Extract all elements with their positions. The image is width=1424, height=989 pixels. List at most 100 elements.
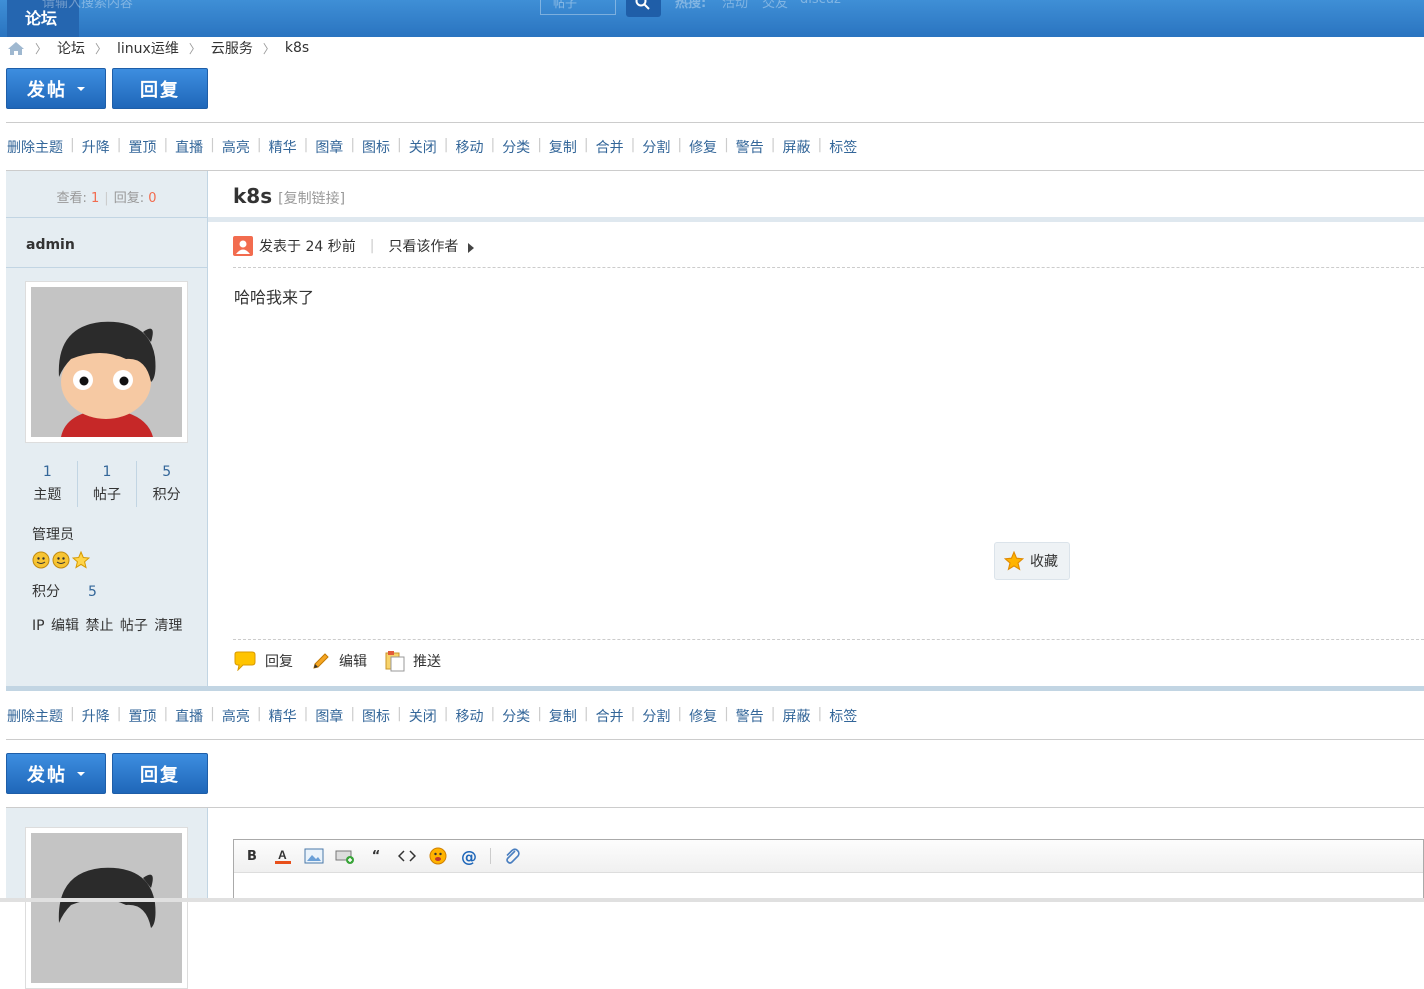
add-image-icon[interactable]	[335, 846, 355, 866]
mod-link[interactable]: 直播	[175, 137, 203, 157]
hot-search-label: 热搜:	[675, 0, 707, 11]
smiley-rank-icon	[52, 551, 70, 569]
mod-link[interactable]: 关闭	[409, 137, 437, 157]
mod-link[interactable]: 精华	[269, 706, 297, 726]
breadcrumb-cloud[interactable]: 云服务	[211, 38, 253, 58]
mod-link[interactable]: 升降	[82, 706, 110, 726]
mod-link[interactable]: 图标	[362, 706, 390, 726]
mod-link[interactable]: 分类	[502, 137, 530, 157]
mod-link[interactable]: 关闭	[409, 706, 437, 726]
mod-link[interactable]: 图章	[315, 706, 343, 726]
post-reply-action[interactable]: 回复	[233, 651, 293, 671]
quick-reply-sidebar	[6, 808, 208, 989]
hot-term[interactable]: 活动	[722, 0, 748, 11]
mention-icon[interactable]: @	[459, 846, 479, 866]
mod-link[interactable]: 分类	[502, 706, 530, 726]
mod-link[interactable]: 复制	[549, 706, 577, 726]
home-icon[interactable]	[7, 41, 25, 56]
author-name[interactable]: admin	[26, 237, 75, 253]
smiley-rank-icon	[32, 551, 50, 569]
divider	[6, 122, 1424, 123]
bold-icon[interactable]: B	[242, 846, 262, 866]
reply-editor: B A “ @	[233, 839, 1424, 902]
avatar[interactable]	[25, 827, 188, 989]
admin-ops[interactable]: IP 编辑 禁止 帖子 清理	[32, 615, 182, 635]
mod-link[interactable]: 升降	[82, 137, 110, 157]
search-type-select[interactable]: 帖子	[540, 0, 616, 15]
editor-toolbar: B A “ @	[234, 840, 1423, 873]
avatar-image	[31, 287, 182, 437]
hot-term[interactable]: 交友	[762, 0, 788, 11]
moderation-bar-top: 删除主题 | 升降 | 置顶 | 直播 | 高亮 | 精华 | 图章 | 图标 | 关闭 | 移动 | 分类 | 复制 | 合并…	[7, 137, 858, 157]
mod-link[interactable]: 警告	[736, 706, 764, 726]
mod-link[interactable]: 合并	[596, 706, 624, 726]
mod-link[interactable]: 屏蔽	[783, 137, 811, 157]
thread-stats: 查看: 1 | 回复: 0	[6, 171, 207, 218]
new-post-button[interactable]: 发帖	[6, 68, 106, 109]
mod-link[interactable]: 屏蔽	[783, 706, 811, 726]
mod-link[interactable]: 复制	[549, 137, 577, 157]
top-bar: 论坛 请输入搜索内容 帖子 热搜: 活动 交友 discuz	[0, 0, 1424, 37]
mod-link[interactable]: 分割	[642, 137, 670, 157]
mod-link[interactable]: 删除主题	[7, 137, 63, 157]
mod-link[interactable]: 删除主题	[7, 706, 63, 726]
mod-link[interactable]: 标签	[829, 706, 857, 726]
code-icon[interactable]	[397, 846, 417, 866]
mod-link[interactable]: 图章	[315, 137, 343, 157]
mod-link[interactable]: 修复	[689, 706, 717, 726]
search-icon	[635, 0, 650, 10]
breadcrumb-current[interactable]: k8s	[285, 40, 309, 56]
divider	[6, 739, 1424, 740]
post-meta: 发表于 24 秒前 | 只看该作者	[233, 236, 475, 256]
mod-link[interactable]: 移动	[455, 137, 483, 157]
only-author-link[interactable]: 只看该作者	[388, 236, 458, 256]
stat-threads[interactable]: 1 主题	[18, 461, 78, 507]
mod-link[interactable]: 高亮	[222, 137, 250, 157]
mod-link[interactable]: 图标	[362, 137, 390, 157]
stat-points[interactable]: 5 积分	[137, 461, 196, 507]
post-push-action[interactable]: 推送	[385, 650, 441, 672]
mod-link[interactable]: 置顶	[128, 706, 156, 726]
chevron-down-icon	[77, 771, 85, 776]
mod-link[interactable]: 分割	[642, 706, 670, 726]
points-row: 积分 5	[32, 584, 97, 600]
mod-link[interactable]: 高亮	[222, 706, 250, 726]
favorite-button[interactable]: 收藏	[994, 542, 1070, 580]
reply-button[interactable]: 回复	[112, 68, 208, 109]
user-group[interactable]: 管理员	[32, 524, 74, 544]
post-actions: 回复 编辑 推送	[233, 650, 459, 672]
reply-bubble-icon	[234, 651, 256, 671]
reply-count: 0	[148, 191, 157, 206]
avatar[interactable]	[25, 281, 188, 443]
points-value[interactable]: 5	[88, 584, 97, 600]
search-button[interactable]	[626, 0, 661, 17]
post-buttons-top: 发帖 回复	[6, 68, 208, 109]
mod-link[interactable]: 精华	[269, 137, 297, 157]
stat-posts[interactable]: 1 帖子	[78, 461, 138, 507]
attachment-icon[interactable]	[502, 846, 522, 866]
mod-link[interactable]: 修复	[689, 137, 717, 157]
font-color-icon[interactable]: A	[273, 846, 293, 866]
reply-button[interactable]: 回复	[112, 753, 208, 794]
quote-icon[interactable]: “	[366, 846, 386, 866]
mod-link[interactable]: 标签	[829, 137, 857, 157]
mod-link[interactable]: 合并	[596, 137, 624, 157]
thread-title: k8s [复制链接]	[233, 184, 346, 208]
post-edit-action[interactable]: 编辑	[311, 651, 367, 671]
smiley-icon[interactable]	[428, 846, 448, 866]
mod-link[interactable]: 移动	[455, 706, 483, 726]
breadcrumb: 〉 论坛 〉 linux运维 〉 云服务 〉 k8s	[7, 38, 309, 58]
pencil-icon	[313, 653, 329, 669]
search-input[interactable]: 请输入搜索内容	[42, 0, 133, 11]
breadcrumb-forum[interactable]: 论坛	[57, 38, 85, 58]
mod-link[interactable]: 警告	[736, 137, 764, 157]
breadcrumb-linux[interactable]: linux运维	[117, 38, 179, 58]
new-post-button[interactable]: 发帖	[6, 753, 106, 794]
mod-link[interactable]: 直播	[175, 706, 203, 726]
star-icon	[1004, 551, 1024, 571]
copy-link[interactable]: [复制链接]	[278, 191, 345, 207]
mod-link[interactable]: 置顶	[128, 137, 156, 157]
hot-term[interactable]: discuz	[800, 0, 841, 7]
star-rank-icon	[72, 551, 90, 569]
image-icon[interactable]	[304, 846, 324, 866]
